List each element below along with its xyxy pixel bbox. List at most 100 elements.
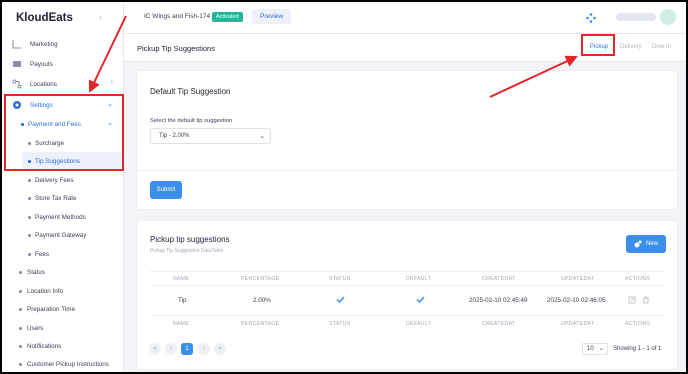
col-header-percentage[interactable]: PERCENTAGE (241, 276, 279, 282)
sidebar-item-marketing[interactable]: Marketing (2, 35, 124, 53)
col-header-createdat[interactable]: CREATEDAT (482, 276, 515, 282)
col-footer-default: DEFAULT (406, 321, 432, 327)
default-tip-select[interactable]: Tip - 2.00% ⌄ (150, 128, 271, 144)
brand-logo: KloudEats (16, 12, 73, 24)
sidebar-item-label: Preparation Time (27, 305, 75, 313)
annotation-box-pickup (581, 34, 615, 56)
sidebar-item-label: Store Tax Rate (35, 194, 77, 202)
col-footer-createdat: CREATEDAT (482, 321, 516, 327)
showing-count: Showing 1 - 1 of 1 (613, 346, 662, 352)
select-label: Select the default tip suggestion (150, 118, 233, 124)
col-header-updatedat[interactable]: UPDATEDAT (561, 276, 594, 282)
chart-icon (12, 40, 21, 49)
new-button[interactable]: New (626, 235, 666, 253)
col-header-default[interactable]: DEFAULT (406, 276, 431, 282)
divider (150, 285, 665, 286)
bullet-icon (28, 197, 31, 200)
avatar[interactable] (660, 9, 676, 25)
page-last-button[interactable]: » (214, 343, 226, 355)
bullet-icon (19, 308, 22, 311)
col-footer-percentage: PERCENTAGE (241, 321, 280, 327)
bullet-icon (28, 216, 31, 219)
sidebar-item-payment-methods[interactable]: Payment Methods (2, 208, 124, 226)
status-badge: Activated (212, 12, 243, 22)
page-next-button[interactable]: › (198, 343, 210, 355)
bullet-icon (28, 253, 31, 256)
sidebar-item-notifications[interactable]: Notifications (2, 337, 124, 355)
chevron-down-icon: ⌄ (259, 133, 265, 140)
cell-percentage: 2.00% (253, 297, 271, 304)
sidebar-item-preparation-time[interactable]: Preparation Time (2, 300, 124, 318)
bullet-icon (28, 234, 31, 237)
chevron-right-icon: › (110, 79, 113, 86)
col-footer-status: STATUS (329, 321, 351, 327)
sidebar-item-customer-pickup-instructions[interactable]: Customer Pickup Instructions (2, 355, 124, 372)
trash-icon[interactable] (642, 296, 650, 304)
page-prev-button[interactable]: ‹ (165, 343, 177, 355)
col-footer-actions: ACTIONS (625, 321, 651, 327)
cell-createdat: 2025-02-10 02:45:49 (469, 297, 528, 304)
top-bar: IC Wings and Fish-174 Activated Preview (124, 2, 686, 34)
collapse-sidebar-icon[interactable]: ‹ (99, 12, 102, 23)
card-subtitle: Pickup Tip Suggestion DataTable (150, 248, 224, 254)
submit-button[interactable]: Submit (150, 181, 182, 199)
sidebar-item-label: Status (27, 268, 45, 276)
sidebar-item-label: Notifications (27, 342, 62, 350)
edit-icon[interactable] (628, 296, 636, 304)
table-top-border (150, 271, 665, 272)
sidebar-item-label: Locations (30, 80, 57, 88)
page-size-select[interactable]: 10 ⌄ (582, 343, 608, 355)
plus-icon (634, 240, 642, 248)
sidebar-item-label: Fees (35, 250, 49, 258)
col-footer-updatedat: UPDATEDAT (561, 321, 595, 327)
card-title: Default Tip Suggestion (150, 87, 231, 96)
app-frame: KloudEats ‹ Marketing Payouts Locations … (2, 2, 686, 372)
tab-delivery[interactable]: Delivery (620, 44, 642, 50)
bullet-icon (19, 363, 22, 366)
sidebar-item-label: Customer Pickup Instructions (27, 360, 109, 368)
default-check-icon (416, 296, 425, 303)
sidebar-item-label: Users (27, 324, 44, 332)
sidebar-item-label: Payment Gateway (35, 231, 87, 239)
sidebar-item-label: Marketing (30, 40, 58, 48)
sidebar-item-label: Location Info (27, 287, 64, 295)
sidebar-item-users[interactable]: Users (2, 319, 124, 337)
page-first-button[interactable]: « (149, 343, 161, 355)
annotation-box-settings (4, 94, 124, 171)
wallet-icon (13, 61, 21, 67)
sidebar: KloudEats ‹ Marketing Payouts Locations … (2, 2, 124, 372)
sidebar-item-label: Delivery Fees (35, 176, 74, 184)
cell-updatedat: 2025-02-10 02:46:05 (547, 297, 606, 304)
col-footer-name: NAME (173, 321, 190, 327)
store-name: IC Wings and Fish-174 (144, 13, 211, 20)
sidebar-item-status[interactable]: Status (2, 263, 124, 281)
col-header-actions: ACTIONS (625, 276, 651, 282)
bullet-icon (19, 327, 22, 330)
sidebar-item-label: Payouts (30, 60, 53, 68)
chevron-down-icon: ⌄ (598, 346, 604, 352)
status-check-icon (336, 296, 345, 303)
sidebar-item-payment-gateway[interactable]: Payment Gateway (2, 226, 124, 244)
preview-button[interactable]: Preview (252, 9, 292, 24)
default-tip-card: Default Tip Suggestion Select the defaul… (136, 70, 678, 210)
sidebar-item-payouts[interactable]: Payouts (2, 55, 124, 73)
sidebar-item-location-info[interactable]: Location Info (2, 282, 124, 300)
col-header-status[interactable]: STATUS (329, 276, 351, 282)
bullet-icon (19, 345, 22, 348)
sidebar-item-delivery-fees[interactable]: Delivery Fees (2, 171, 124, 189)
select-value: Tip - 2.00% (159, 133, 190, 139)
new-button-label: New (645, 241, 658, 247)
tab-dine-in[interactable]: Dine In (652, 44, 671, 50)
sidebar-item-fees[interactable]: Fees (2, 245, 124, 263)
divider (137, 170, 677, 171)
apps-icon[interactable] (586, 13, 596, 23)
col-header-name[interactable]: NAME (173, 276, 189, 282)
cell-name: Tip (178, 297, 187, 304)
bullet-icon (28, 179, 31, 182)
locations-icon (12, 79, 22, 89)
bullet-icon (19, 290, 22, 293)
bullet-icon (19, 271, 22, 274)
page-1-button[interactable]: 1 (181, 343, 193, 355)
sidebar-item-store-tax-rate[interactable]: Store Tax Rate (2, 189, 124, 207)
sidebar-item-locations[interactable]: Locations › (2, 75, 124, 93)
